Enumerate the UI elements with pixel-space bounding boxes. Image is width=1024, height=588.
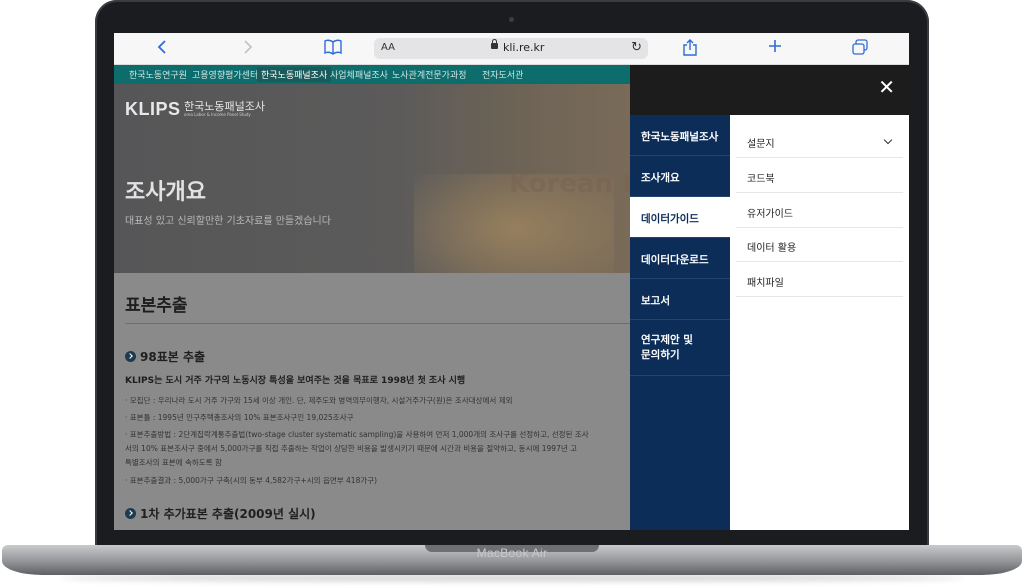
page-subtitle: 대표성 있고 신뢰할만한 기초자료를 만들겠습니다 xyxy=(125,216,331,227)
main-content: 표본추출 98표본 추출 KLIPS는 도시 거주 가구의 노동시장 특성을 보… xyxy=(114,273,630,530)
submenu-item-user-guide[interactable]: 유저가이드 xyxy=(730,194,909,228)
list-item: 특별조사의 표본에 속하도록 함 xyxy=(125,458,222,467)
submenu-label: 패치파일 xyxy=(747,278,784,289)
submenu-label: 데이터 활용 xyxy=(747,243,797,254)
submenu-item-patch-file[interactable]: 패치파일 xyxy=(730,263,909,297)
menu-header: ✕ xyxy=(630,65,909,115)
list-item: · 표본틀 : 1995년 인구주택총조사의 10% 표본조사구인 19,025… xyxy=(125,413,354,422)
menu-category-list: 한국노동패널조사 조사개요 데이터가이드 데이터다운로드 보고서 연구제안 및 … xyxy=(630,115,730,530)
browser-toolbar: AA kli.re.kr ↻ xyxy=(114,33,909,65)
lock-icon xyxy=(491,39,498,49)
list-item: · 표본추출방법 : 2단계집락계통추출법(two-stage cluster … xyxy=(125,430,589,439)
share-icon[interactable] xyxy=(681,39,699,57)
menu-category-data-download[interactable]: 데이터다운로드 xyxy=(630,238,730,279)
topnav-item[interactable]: 노사관계전문가과정 xyxy=(392,68,467,81)
screen: AA kli.re.kr ↻ 한국노동연구원 고용영향평가센터 한국노동패널조사… xyxy=(114,33,909,530)
topnav-item[interactable]: 한국노동연구원 xyxy=(129,68,187,81)
menu-category-klips[interactable]: 한국노동패널조사 xyxy=(630,115,730,156)
list-item: · 모집단 : 우리나라 도시 거주 가구와 15세 이상 개인. 단, 제주도… xyxy=(125,396,513,405)
address-bar[interactable]: AA kli.re.kr ↻ xyxy=(374,38,648,59)
section-title: 표본추출 xyxy=(125,296,188,316)
chevron-down-icon[interactable] xyxy=(883,135,893,145)
menu-category-data-guide[interactable]: 데이터가이드 xyxy=(630,197,730,238)
topnav-item[interactable]: 고용영향평가센터 xyxy=(192,68,258,81)
menu-category-overview[interactable]: 조사개요 xyxy=(630,156,730,197)
submenu-item-questionnaire[interactable]: 설문지 xyxy=(730,124,909,158)
menu-category-reports[interactable]: 보고서 xyxy=(630,279,730,320)
submenu-item-data-usage[interactable]: 데이터 활용 xyxy=(730,228,909,262)
section-divider xyxy=(125,323,630,324)
list-item: 서의 10% 표본조사구 중에서 5,000가구를 직접 추출하는 작업이 상당… xyxy=(125,444,578,453)
lead-text: KLIPS는 도시 거주 가구의 노동시장 특성을 보여주는 것을 목표로 19… xyxy=(125,376,466,386)
chevron-circle-icon xyxy=(125,351,136,362)
tabs-icon[interactable] xyxy=(851,39,869,57)
menu-submenu: 설문지 코드북 유저가이드 데이터 활용 패치파일 xyxy=(730,115,909,530)
nav-menu-overlay: ✕ 한국노동패널조사 조사개요 데이터가이드 데이터다운로드 보고서 연구제안 … xyxy=(630,65,909,530)
topnav-item[interactable]: 사업체패널조사 xyxy=(330,68,388,81)
chevron-circle-icon xyxy=(125,508,136,519)
laptop-shadow xyxy=(60,574,964,582)
reload-icon[interactable]: ↻ xyxy=(631,40,642,55)
book-icon[interactable] xyxy=(322,39,344,57)
hero-banner: Korean L KLIPS 한국노동패널조사 orea Labor & Inc… xyxy=(114,84,630,273)
web-page: 한국노동연구원 고용영향평가센터 한국노동패널조사 사업체패널조사 노사관계전문… xyxy=(114,65,909,530)
site-logo[interactable]: KLIPS xyxy=(125,99,181,120)
subsection-heading: 98표본 추출 xyxy=(125,348,205,365)
site-logo-sub: orea Labor & Income Panel Study xyxy=(184,112,251,117)
device-brand: MacBook Air xyxy=(476,546,548,560)
submenu-label: 설문지 xyxy=(747,139,775,150)
close-icon[interactable]: ✕ xyxy=(878,77,895,97)
list-item: · 표본추출결과 : 5,000가구 구축(시의 동부 4,582가구+시의 읍… xyxy=(125,476,378,485)
topnav-item-active[interactable]: 한국노동패널조사 xyxy=(257,67,332,82)
page-title: 조사개요 xyxy=(125,180,206,205)
camera xyxy=(509,17,514,22)
menu-category-contact[interactable]: 연구제안 및 문의하기 xyxy=(630,320,730,376)
site-top-nav: 한국노동연구원 고용영향평가센터 한국노동패널조사 사업체패널조사 노사관계전문… xyxy=(114,65,630,84)
subsection-heading: 1차 추가표본 추출(2009년 실시) xyxy=(125,505,316,522)
submenu-item-codebook[interactable]: 코드북 xyxy=(730,159,909,193)
submenu-label: 코드북 xyxy=(747,174,775,185)
text-size-button[interactable]: AA xyxy=(381,42,395,53)
submenu-label: 유저가이드 xyxy=(747,209,793,220)
hero-watermark: Korean L xyxy=(509,169,630,199)
chevron-right-icon[interactable] xyxy=(240,39,256,57)
url-text: kli.re.kr xyxy=(503,41,545,54)
plus-icon[interactable] xyxy=(766,39,784,57)
topnav-item[interactable]: 전자도서관 xyxy=(482,68,523,81)
chevron-left-icon[interactable] xyxy=(154,39,170,57)
